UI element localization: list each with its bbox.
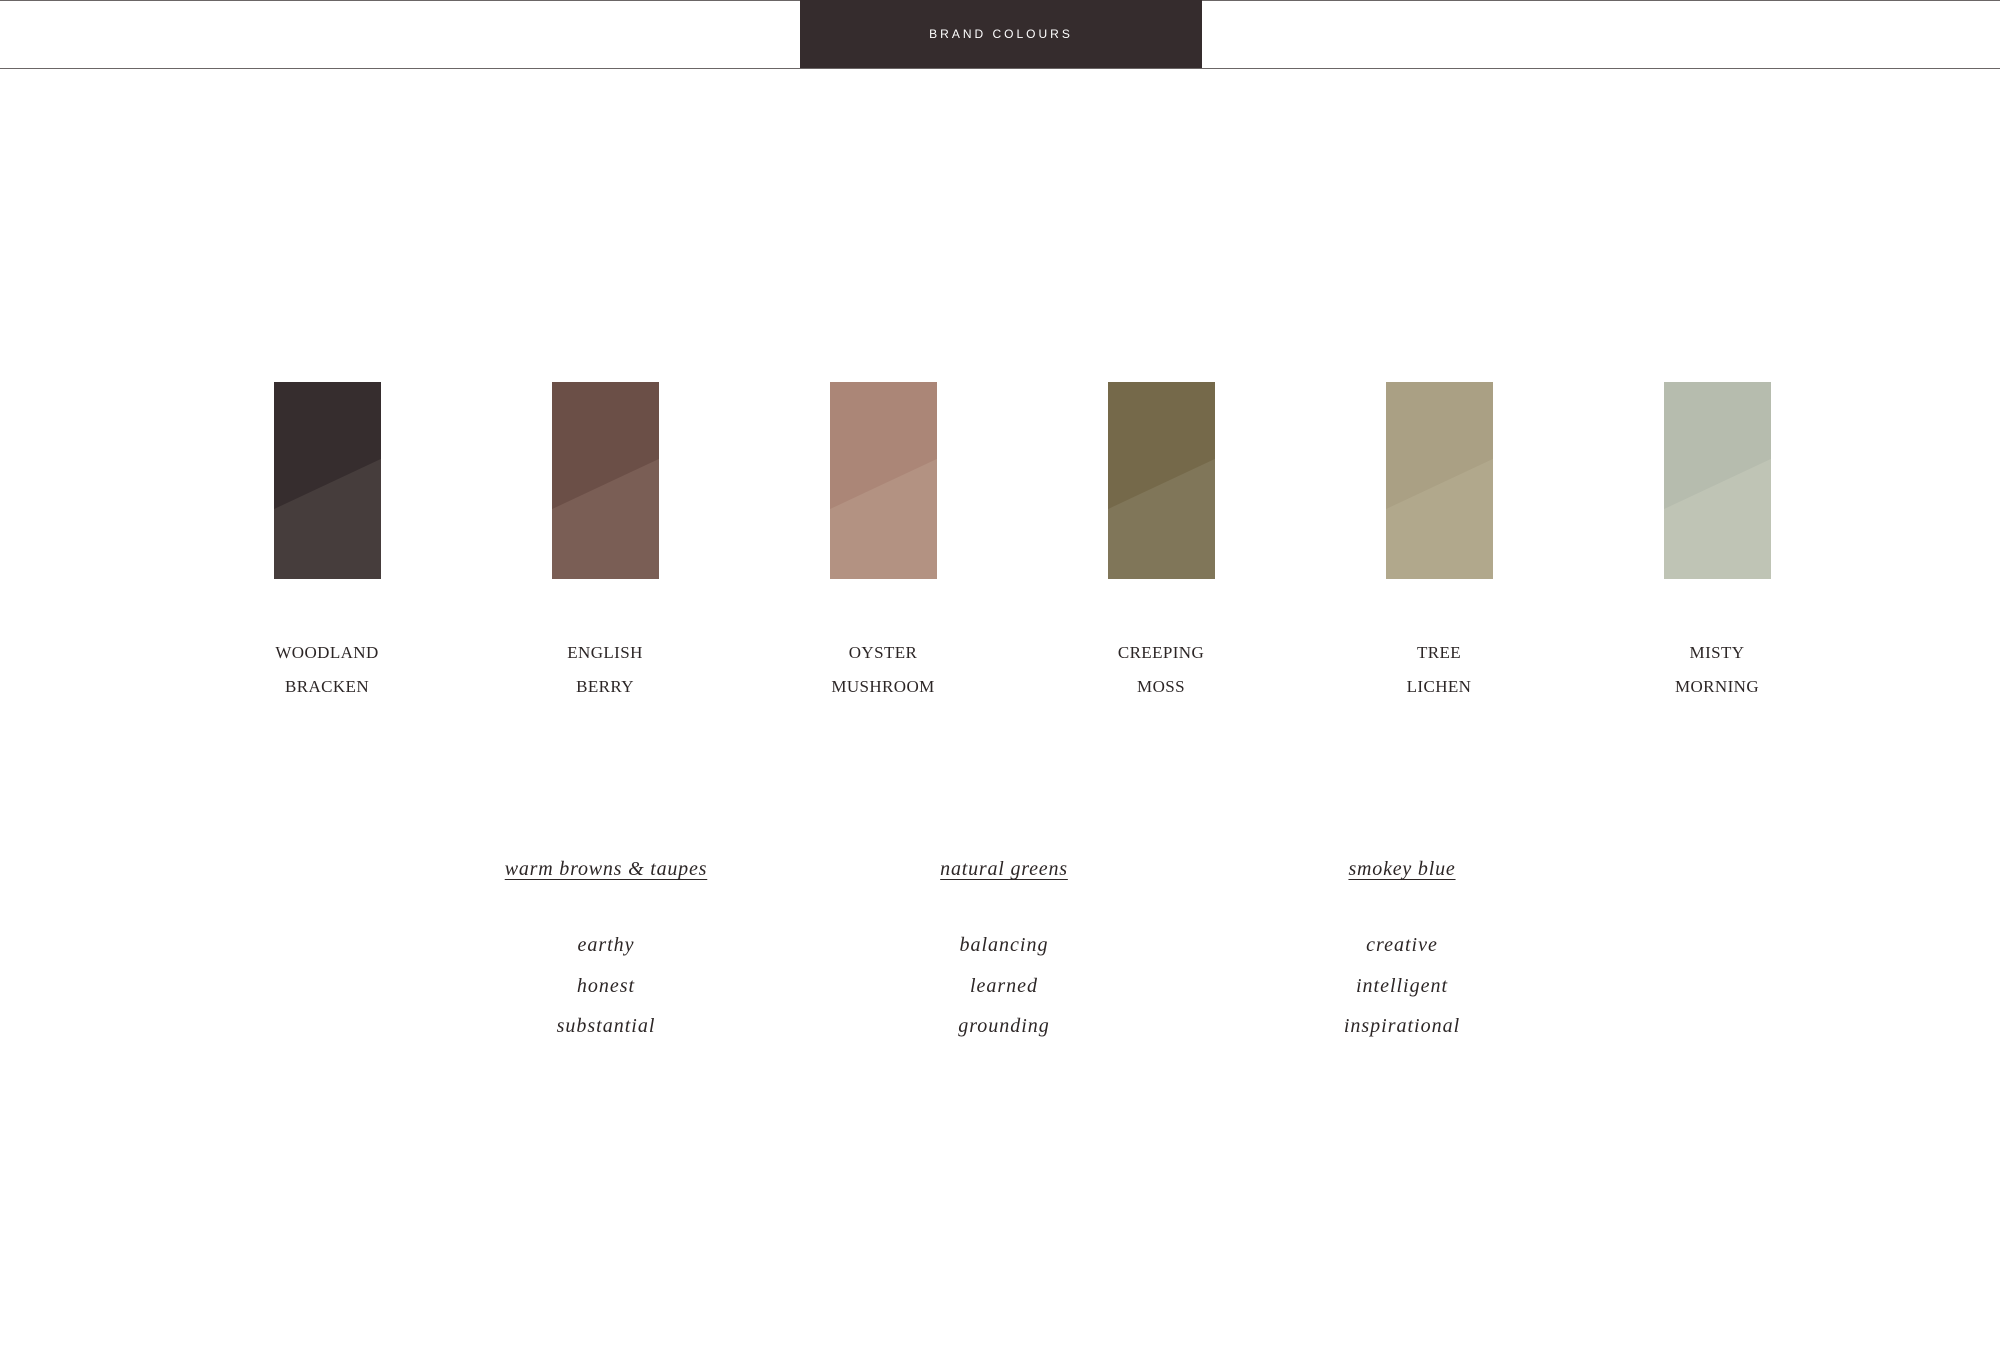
swatch-label-line: WOODLAND bbox=[275, 643, 379, 662]
colour-group-words: balancing learned grounding bbox=[854, 925, 1154, 1047]
descriptor-word: inspirational bbox=[1343, 1015, 1461, 1037]
descriptor-word: balancing bbox=[959, 934, 1049, 956]
swatch-creeping-moss bbox=[1108, 382, 1215, 579]
descriptor-word: honest bbox=[576, 974, 636, 997]
colour-group-title: warm browns & taupes bbox=[504, 858, 708, 880]
swatch-label-line: MUSHROOM bbox=[831, 677, 935, 696]
descriptor-word: substantial bbox=[556, 1015, 656, 1037]
swatch-label-line: BRACKEN bbox=[284, 677, 370, 696]
swatch-label-line: MORNING bbox=[1674, 677, 1760, 696]
swatch-label: CREEPING MOSS bbox=[1051, 636, 1271, 704]
descriptor-word: creative bbox=[1366, 934, 1438, 956]
swatch-label-line: MISTY bbox=[1689, 643, 1745, 662]
descriptor-word: intelligent bbox=[1355, 974, 1449, 997]
swatch-label: TREE LICHEN bbox=[1329, 636, 1549, 704]
colour-group-greens: natural greens balancing learned groundi… bbox=[854, 858, 1154, 1047]
colour-group-blue: smokey blue creative intelligent inspira… bbox=[1252, 858, 1552, 1047]
swatch-woodland-bracken bbox=[274, 382, 381, 579]
colour-group-title: smokey blue bbox=[1348, 858, 1456, 880]
colour-group-words: earthy honest substantial bbox=[456, 925, 756, 1047]
swatch-label-line: ENGLISH bbox=[567, 643, 643, 662]
swatch-misty-morning bbox=[1664, 382, 1771, 579]
descriptor-word: earthy bbox=[577, 934, 635, 956]
swatch-label: ENGLISH BERRY bbox=[495, 636, 715, 704]
swatch-label: OYSTER MUSHROOM bbox=[773, 636, 993, 704]
page-title: BRAND COLOURS bbox=[929, 27, 1073, 41]
descriptor-word: learned bbox=[969, 974, 1039, 997]
swatch-label: MISTY MORNING bbox=[1607, 636, 1827, 704]
swatch-label: WOODLAND BRACKEN bbox=[217, 636, 437, 704]
swatch-label-line: CREEPING bbox=[1117, 643, 1205, 662]
swatch-label-line: MOSS bbox=[1137, 677, 1185, 696]
header-bottom-rule bbox=[0, 68, 2000, 69]
swatch-tree-lichen bbox=[1386, 382, 1493, 579]
swatch-english-berry bbox=[552, 382, 659, 579]
colour-group-warm: warm browns & taupes earthy honest subst… bbox=[456, 858, 756, 1047]
descriptor-word: grounding bbox=[958, 1015, 1050, 1037]
swatch-label-line: OYSTER bbox=[848, 643, 918, 662]
swatch-label-line: TREE bbox=[1416, 643, 1462, 662]
colour-group-title: natural greens bbox=[940, 858, 1068, 880]
swatch-oyster-mushroom bbox=[830, 382, 937, 579]
colour-group-words: creative intelligent inspirational bbox=[1252, 925, 1552, 1047]
header-title-tab: BRAND COLOURS bbox=[800, 0, 1202, 68]
swatch-label-line: LICHEN bbox=[1406, 677, 1472, 696]
swatch-label-line: BERRY bbox=[576, 677, 634, 696]
